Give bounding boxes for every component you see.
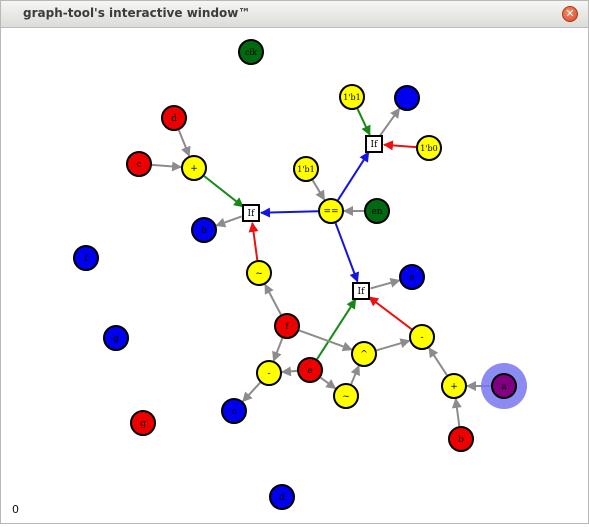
node-b0[interactable]: 1'b0 (416, 135, 442, 161)
edge-plus1-to-if_left (203, 175, 244, 208)
edge-if_top-to-bl_top (378, 107, 401, 137)
node-bl_top[interactable] (394, 85, 420, 111)
node-f_red[interactable]: f (274, 313, 300, 339)
node-bl_mid[interactable]: e (399, 264, 425, 290)
node-g_red[interactable]: g (130, 410, 156, 436)
node-label: ~ (255, 269, 263, 279)
close-button[interactable]: ✕ (562, 6, 578, 22)
node-if_mid[interactable]: If (352, 282, 370, 300)
node-not1[interactable]: ~ (246, 260, 272, 286)
node-not2[interactable]: ~ (333, 383, 359, 409)
node-label: If (358, 287, 366, 297)
node-label: d (171, 114, 177, 124)
node-label: e (409, 273, 414, 283)
node-plus1[interactable]: + (181, 155, 207, 181)
node-b1top[interactable]: 1'b1 (339, 84, 365, 110)
close-icon: ✕ (565, 7, 575, 20)
node-d_blue[interactable]: d (269, 484, 295, 510)
edge-if_left-to-b_left (215, 215, 242, 228)
status-text: 0 (12, 503, 19, 516)
node-b_left[interactable]: b (191, 217, 217, 243)
app-window: graph-tool's interactive window™ ✕ clk 1'… (0, 0, 589, 524)
node-clk[interactable]: clk (238, 39, 264, 65)
node-label: + (450, 382, 458, 392)
edge-b_red-to-plus2 (451, 397, 462, 427)
node-label: e (307, 366, 312, 376)
node-label: en (371, 207, 382, 217)
node-a_sel[interactable]: a (481, 363, 527, 409)
node-lone2[interactable]: g (103, 325, 129, 351)
node-xor[interactable]: ^ (351, 341, 377, 367)
edge-c-to-plus1 (151, 161, 182, 172)
node-label: 1'b0 (420, 144, 438, 153)
edge-if_mid-to-bl_mid (370, 277, 401, 290)
title-bar[interactable]: graph-tool's interactive window™ ✕ (1, 1, 588, 28)
node-b1mid[interactable]: 1'b1 (293, 156, 319, 182)
node-en[interactable]: en (364, 198, 390, 224)
edge-eq-to-if_top (337, 151, 370, 201)
node-minus_r[interactable]: - (409, 324, 435, 350)
node-shape[interactable] (394, 85, 420, 111)
edge-eq-to-if_mid (334, 222, 360, 283)
node-label: + (190, 164, 198, 174)
node-label: - (420, 333, 423, 343)
node-label: d (279, 493, 285, 503)
node-label: a (501, 382, 507, 392)
edge-e_red-to-minus_l (281, 366, 298, 377)
edge-b1top-to-if_top (356, 108, 371, 136)
node-b_red[interactable]: b (448, 426, 474, 452)
node-if_left[interactable]: If (242, 204, 260, 222)
node-label: g (113, 334, 119, 344)
edge-xor-to-minus_r (376, 338, 411, 352)
node-label: - (267, 369, 270, 379)
node-label: g (140, 419, 146, 429)
edge-f_red-to-not1 (264, 283, 282, 315)
node-label: c (231, 407, 236, 417)
window-title: graph-tool's interactive window™ (23, 6, 251, 20)
node-label: c (136, 160, 141, 170)
edge-e_red-to-if_mid (316, 298, 357, 360)
node-eq[interactable]: == (318, 198, 344, 224)
node-plus2[interactable]: + (441, 373, 467, 399)
node-minus_l[interactable]: - (256, 360, 282, 386)
node-c[interactable]: c (126, 151, 152, 177)
node-d[interactable]: d (161, 105, 187, 131)
edge-not2-to-xor (350, 364, 360, 385)
edge-e_red-to-not2 (319, 376, 337, 390)
edge-not1-to-if_left (248, 221, 259, 261)
node-label: b (201, 226, 207, 236)
node-label: If (248, 209, 256, 219)
node-e_red[interactable]: e (297, 357, 323, 383)
edge-b1mid-to-eq (311, 179, 326, 201)
graph-canvas[interactable]: clk 1'b1 d If 1'b0 c +1'b1 If == en b f ~ If e f g - ^ - e + a… (1, 27, 588, 523)
edge-minus_l-to-c_blue (242, 381, 261, 403)
node-label: 1'b1 (343, 93, 361, 102)
edge-eq-to-if_left (260, 207, 319, 218)
node-if_top[interactable]: If (365, 135, 383, 153)
edge-b0-to-if_top (383, 140, 417, 151)
graph-drawing[interactable]: clk 1'b1 d If 1'b0 c +1'b1 If == en b f ~ If e f g - ^ - e + a… (1, 27, 588, 523)
edge-plus2-to-minus_r (428, 347, 448, 376)
edge-d-to-plus1 (177, 129, 191, 157)
edge-f_red-to-minus_l (272, 337, 284, 362)
node-label: b (458, 435, 464, 445)
node-label: ~ (342, 392, 350, 402)
node-label: ^ (360, 350, 368, 360)
node-label: clk (245, 48, 257, 57)
node-label: If (371, 140, 379, 150)
node-label: 1'b1 (297, 165, 315, 174)
node-lone1[interactable]: f (73, 245, 99, 271)
edge-minus_r-to-if_mid (368, 296, 413, 330)
node-c_blue[interactable]: c (221, 398, 247, 424)
node-label: == (323, 207, 338, 217)
